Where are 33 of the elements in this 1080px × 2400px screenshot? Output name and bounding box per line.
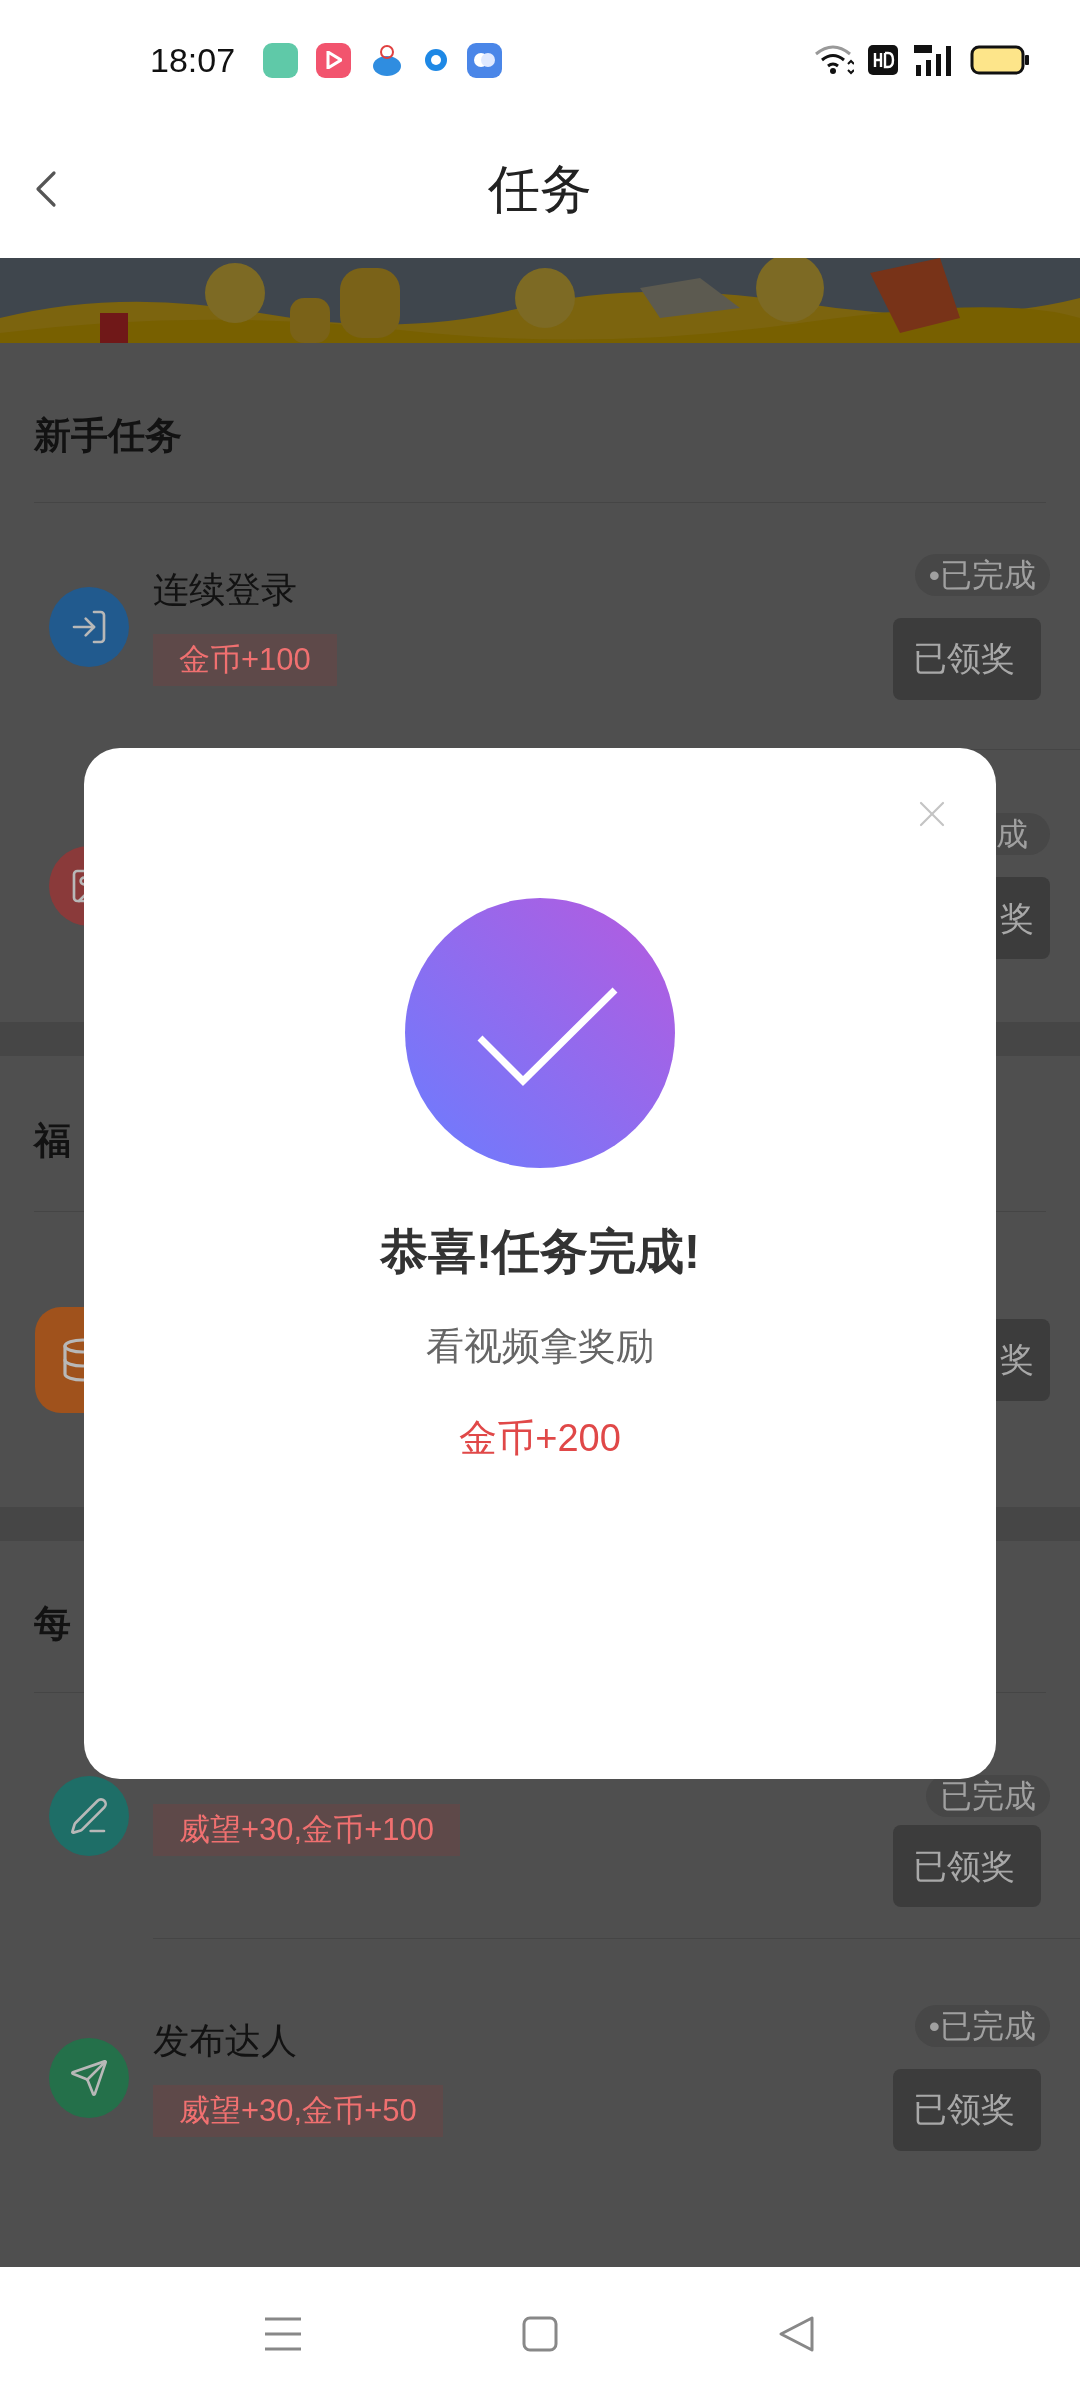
home-icon[interactable] — [522, 2315, 558, 2352]
page-title: 任务 — [488, 159, 592, 220]
menu-icon[interactable] — [264, 2315, 302, 2352]
reward-tag: 金币+100 — [153, 633, 337, 686]
battery-icon — [970, 45, 1030, 75]
cloud-notification-icon — [467, 42, 503, 78]
status-pill: 成 — [996, 813, 1050, 855]
reward-tag: 威望+30,金币+100 — [153, 1804, 461, 1856]
status-pill: 已完成 — [926, 1775, 1050, 1817]
status-pill: •已完成 — [914, 2004, 1050, 2047]
play-notification-icon — [316, 42, 352, 78]
status-time: 18:07 — [150, 39, 236, 81]
claimed-button[interactable]: 奖 — [996, 877, 1050, 959]
claimed-button[interactable]: 已领奖 — [893, 1825, 1041, 1907]
wifi-icon — [814, 44, 854, 76]
circle-notification-icon — [423, 47, 450, 73]
claimed-button[interactable]: 已领奖 — [893, 2068, 1041, 2151]
claimed-button[interactable]: 奖 — [996, 1318, 1050, 1401]
back-triangle-icon[interactable] — [778, 2314, 816, 2353]
hd-icon — [868, 45, 898, 75]
dialog-message: 看视频拿奖励 — [426, 1324, 654, 1369]
app-notification-icon — [263, 42, 299, 78]
dialog-reward: 金币+200 — [459, 1416, 621, 1461]
status-pill: •已完成 — [914, 553, 1050, 596]
task-title: 发布达人 — [153, 2018, 298, 2063]
reward-tag: 威望+30,金币+50 — [153, 2084, 443, 2137]
claimed-button[interactable]: 已领奖 — [893, 617, 1041, 700]
section-title: 每 — [34, 1601, 71, 1646]
dialog-title: 恭喜!任务完成! — [380, 1224, 700, 1280]
section-title: 福 — [34, 1118, 71, 1163]
section-title: 新手任务 — [34, 413, 182, 458]
check-icon — [405, 898, 675, 1168]
task-title: 连续登录 — [153, 567, 298, 612]
